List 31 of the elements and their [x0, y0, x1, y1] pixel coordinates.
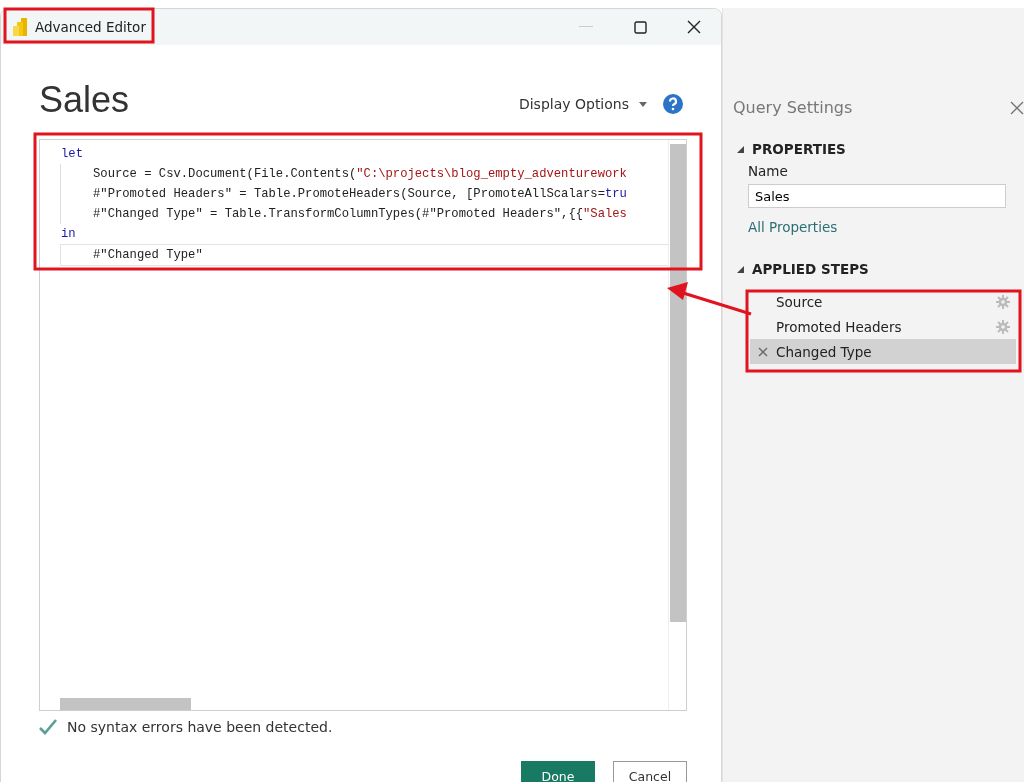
collapse-triangle-icon[interactable]	[737, 145, 744, 153]
vertical-scrollbar[interactable]	[668, 140, 686, 710]
applied-step[interactable]: Source	[750, 289, 1016, 314]
code-line: in	[60, 226, 77, 243]
horizontal-scrollbar[interactable]	[60, 698, 191, 710]
code-line: Source = Csv.Document(File.Contents("C:\projects\blog_empty_adventurework	[60, 164, 666, 184]
code-line: #"Changed Type" = Table.TransformColumnTypes(#"Promoted Headers",{{"Sales	[60, 204, 666, 224]
collapse-triangle-icon[interactable]	[737, 265, 744, 273]
maximize-icon[interactable]	[633, 20, 647, 34]
code-line: #"Promoted Headers" = Table.PromoteHeaders(Source, [PromoteAllScalars=tru	[60, 184, 666, 204]
applied-step[interactable]: Changed Type	[750, 339, 1016, 364]
done-button[interactable]: Done	[521, 761, 595, 782]
pane-title: Query Settings	[733, 98, 853, 117]
window-title: Advanced Editor	[35, 19, 146, 35]
help-icon[interactable]	[663, 94, 683, 114]
query-title: Sales	[39, 79, 130, 121]
cancel-button[interactable]: Cancel	[613, 761, 687, 782]
applied-step[interactable]: Promoted Headers	[750, 314, 1016, 339]
section-heading: PROPERTIES	[752, 141, 846, 157]
caret-icon	[639, 101, 647, 107]
name-field[interactable]: Sales	[748, 184, 1006, 208]
section-heading: APPLIED STEPS	[752, 261, 869, 277]
all-properties-link[interactable]: All Properties	[748, 219, 838, 235]
close-icon[interactable]	[687, 20, 701, 34]
code-editor[interactable]	[39, 139, 687, 711]
name-label: Name	[748, 163, 788, 179]
delete-icon[interactable]	[758, 346, 768, 357]
code-line: let	[60, 146, 84, 163]
bar-chart-icon	[13, 18, 27, 36]
status-message: No syntax errors have been detected.	[67, 719, 333, 735]
display-options-dropdown[interactable]: Display Options	[518, 96, 647, 112]
